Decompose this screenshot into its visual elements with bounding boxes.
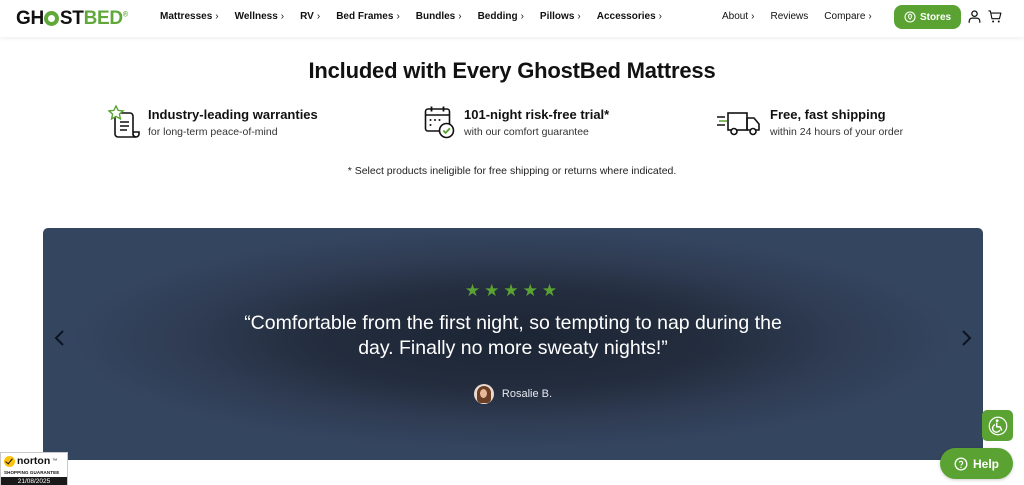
nav-accessories[interactable]: Accessories ›	[597, 11, 662, 22]
features-row: Industry-leading warranties for long-ter…	[0, 105, 1024, 145]
logo-text-bed: BED	[83, 8, 124, 29]
chevron-right-icon: ›	[280, 11, 285, 22]
chevron-right-icon: ›	[458, 11, 462, 22]
feature-title: Industry-leading warranties	[148, 107, 318, 122]
stores-button[interactable]: Stores	[894, 5, 961, 29]
warranty-certificate-icon	[108, 105, 140, 138]
chevron-right-icon: ›	[751, 11, 755, 22]
chevron-right-icon: ›	[215, 11, 219, 22]
norton-subtitle: SHOPPING GUARANTEE	[4, 470, 60, 475]
nav-label: Pillows	[539, 11, 575, 22]
nav-label: Bedding	[477, 11, 518, 22]
accessibility-button[interactable]	[982, 410, 1013, 441]
chevron-right-icon: ›	[658, 11, 662, 22]
chevron-right-icon: ›	[868, 11, 872, 22]
nav-label: Compare	[824, 11, 866, 22]
reviewer-name: Rosalie B.	[501, 388, 553, 400]
delivery-truck-icon	[717, 112, 760, 136]
carousel-next-chevron-icon[interactable]	[958, 328, 974, 348]
nav-label: Wellness	[234, 11, 278, 22]
norton-brand: norton	[17, 455, 51, 467]
feature-subtitle: within 24 hours of your order	[770, 126, 904, 138]
chevron-right-icon: ›	[577, 11, 581, 22]
map-pin-icon	[904, 11, 916, 23]
feature-subtitle: for long-term peace-of-mind	[148, 126, 278, 138]
site-header: GH STBED® Mattresses › Wellness › RV › Bed F…	[0, 0, 1024, 37]
feature-warranty: Industry-leading warranties for long-ter…	[108, 105, 318, 139]
feature-trial: 101-night risk-free trial* with our comf…	[424, 105, 609, 139]
feature-title: 101-night risk-free trial*	[464, 107, 610, 122]
nav-label: Accessories	[596, 11, 656, 22]
help-label: Help	[972, 456, 999, 471]
nav-mattresses[interactable]: Mattresses ›	[160, 11, 219, 22]
nav-label: About	[722, 11, 749, 22]
norton-check-icon	[4, 455, 15, 467]
stores-label: Stores	[919, 11, 952, 23]
nav-pillows[interactable]: Pillows ›	[540, 11, 581, 22]
norton-shopping-guarantee-badge[interactable]: norton ™ SHOPPING GUARANTEE 21/08/2025	[0, 452, 68, 485]
nav-reviews[interactable]: Reviews	[770, 11, 808, 22]
nav-label: RV	[300, 11, 314, 22]
feature-title: Free, fast shipping	[770, 107, 886, 122]
nav-rv[interactable]: RV ›	[300, 11, 320, 22]
section-title: Included with Every GhostBed Mattress	[308, 58, 716, 83]
rating-stars: ★★★★★	[464, 281, 562, 300]
chevron-right-icon: ›	[396, 11, 400, 22]
feature-subtitle: with our comfort guarantee	[464, 126, 589, 138]
nav-compare[interactable]: Compare ›	[824, 11, 871, 22]
feature-text: Free, fast shipping within 24 hours of y…	[770, 105, 903, 138]
reviewer: Rosalie B.	[43, 384, 983, 404]
logo-ghost-o	[44, 11, 60, 26]
calendar-check-icon	[424, 106, 455, 139]
nav-about[interactable]: About ›	[722, 11, 754, 22]
question-circle-icon	[954, 457, 968, 470]
cart-icon[interactable]	[987, 9, 1003, 24]
logo-text-gh: GH	[16, 8, 44, 29]
nav-label: Bed Frames	[336, 11, 394, 22]
nav-label: Bundles	[415, 11, 456, 22]
norton-logo: norton ™	[4, 455, 57, 467]
chevron-right-icon: ›	[520, 11, 524, 22]
feature-shipping: Free, fast shipping within 24 hours of y…	[716, 105, 903, 139]
main-nav: Mattresses › Wellness › RV › Bed Frames › Bu…	[160, 11, 678, 22]
nav-label: Mattresses	[160, 11, 213, 22]
testimonial-carousel: ★★★★★ “Comfortable from the first night,…	[43, 228, 983, 460]
avatar	[473, 384, 494, 404]
norton-date: 21/08/2025	[1, 477, 67, 485]
accessibility-icon	[988, 416, 1007, 435]
carousel-prev-chevron-icon[interactable]	[52, 328, 68, 348]
nav-wellness[interactable]: Wellness ›	[235, 11, 285, 22]
norton-trademark: ™	[52, 458, 58, 464]
nav-bedding[interactable]: Bedding ›	[478, 11, 524, 22]
chevron-right-icon: ›	[316, 11, 321, 22]
secondary-nav: About › Reviews Compare ›	[722, 11, 888, 22]
user-icon[interactable]	[967, 9, 982, 24]
feature-text: Industry-leading warranties for long-ter…	[148, 105, 318, 138]
logo-registered-mark: ®	[122, 11, 128, 19]
nav-label: Reviews	[770, 11, 809, 22]
ghostbed-logo[interactable]: GH STBED®	[16, 8, 128, 30]
nav-bed-frames[interactable]: Bed Frames ›	[336, 11, 400, 22]
testimonial-quote: “Comfortable from the first night, so te…	[244, 312, 782, 359]
nav-bundles[interactable]: Bundles ›	[416, 11, 462, 22]
disclaimer-text: * Select products ineligible for free sh…	[347, 165, 677, 177]
feature-text: 101-night risk-free trial* with our comf…	[464, 105, 609, 138]
help-button[interactable]: Help	[940, 448, 1013, 479]
logo-text-st: ST	[59, 8, 84, 29]
